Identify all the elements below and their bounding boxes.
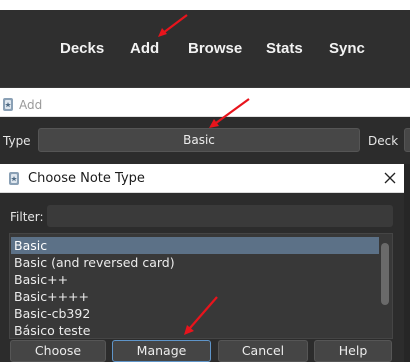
scrollbar-thumb[interactable] bbox=[381, 243, 389, 305]
nav-browse[interactable]: Browse bbox=[188, 40, 242, 57]
deck-button[interactable] bbox=[404, 128, 410, 152]
anki-app-icon bbox=[9, 172, 19, 185]
main-toolbar: Decks Add Browse Stats Sync bbox=[0, 10, 410, 88]
nav-add[interactable]: Add bbox=[130, 40, 159, 57]
list-item[interactable]: Basic (and reversed card) bbox=[11, 254, 379, 271]
background-window-edge bbox=[404, 164, 410, 362]
choose-button[interactable]: Choose bbox=[10, 340, 106, 362]
note-type-button[interactable]: Basic bbox=[38, 128, 360, 152]
dialog-title: Choose Note Type bbox=[28, 171, 145, 186]
filter-label: Filter: bbox=[10, 210, 44, 224]
nav-stats[interactable]: Stats bbox=[266, 40, 303, 57]
note-type-list[interactable]: Basic Basic (and reversed card) Basic++ … bbox=[9, 233, 393, 339]
list-item[interactable]: Basic++ bbox=[11, 271, 379, 288]
add-window-titlebar: Add bbox=[0, 93, 410, 117]
note-type-row: Type Basic Deck bbox=[0, 118, 410, 164]
filter-input[interactable] bbox=[47, 205, 393, 227]
nav-decks[interactable]: Decks bbox=[60, 40, 104, 57]
cancel-button[interactable]: Cancel bbox=[218, 340, 308, 362]
manage-button[interactable]: Manage bbox=[112, 340, 211, 362]
list-item[interactable]: Basic++++ bbox=[11, 288, 379, 305]
choose-note-type-dialog: Filter: Basic Basic (and reversed card) … bbox=[0, 193, 404, 362]
list-item[interactable]: Basic bbox=[11, 237, 379, 254]
top-strip bbox=[0, 0, 410, 10]
list-scrollbar[interactable] bbox=[379, 235, 391, 337]
list-item[interactable]: Básico teste bbox=[11, 322, 379, 338]
add-window-title: Add bbox=[19, 98, 43, 112]
nav-sync[interactable]: Sync bbox=[329, 40, 365, 57]
list-item[interactable]: Basic-cb392 bbox=[11, 305, 379, 322]
close-icon[interactable] bbox=[380, 168, 400, 188]
help-button[interactable]: Help bbox=[314, 340, 392, 362]
type-label: Type bbox=[3, 134, 31, 148]
choose-note-type-titlebar: Choose Note Type bbox=[0, 164, 404, 193]
deck-label: Deck bbox=[368, 134, 399, 148]
anki-app-icon bbox=[3, 98, 13, 111]
